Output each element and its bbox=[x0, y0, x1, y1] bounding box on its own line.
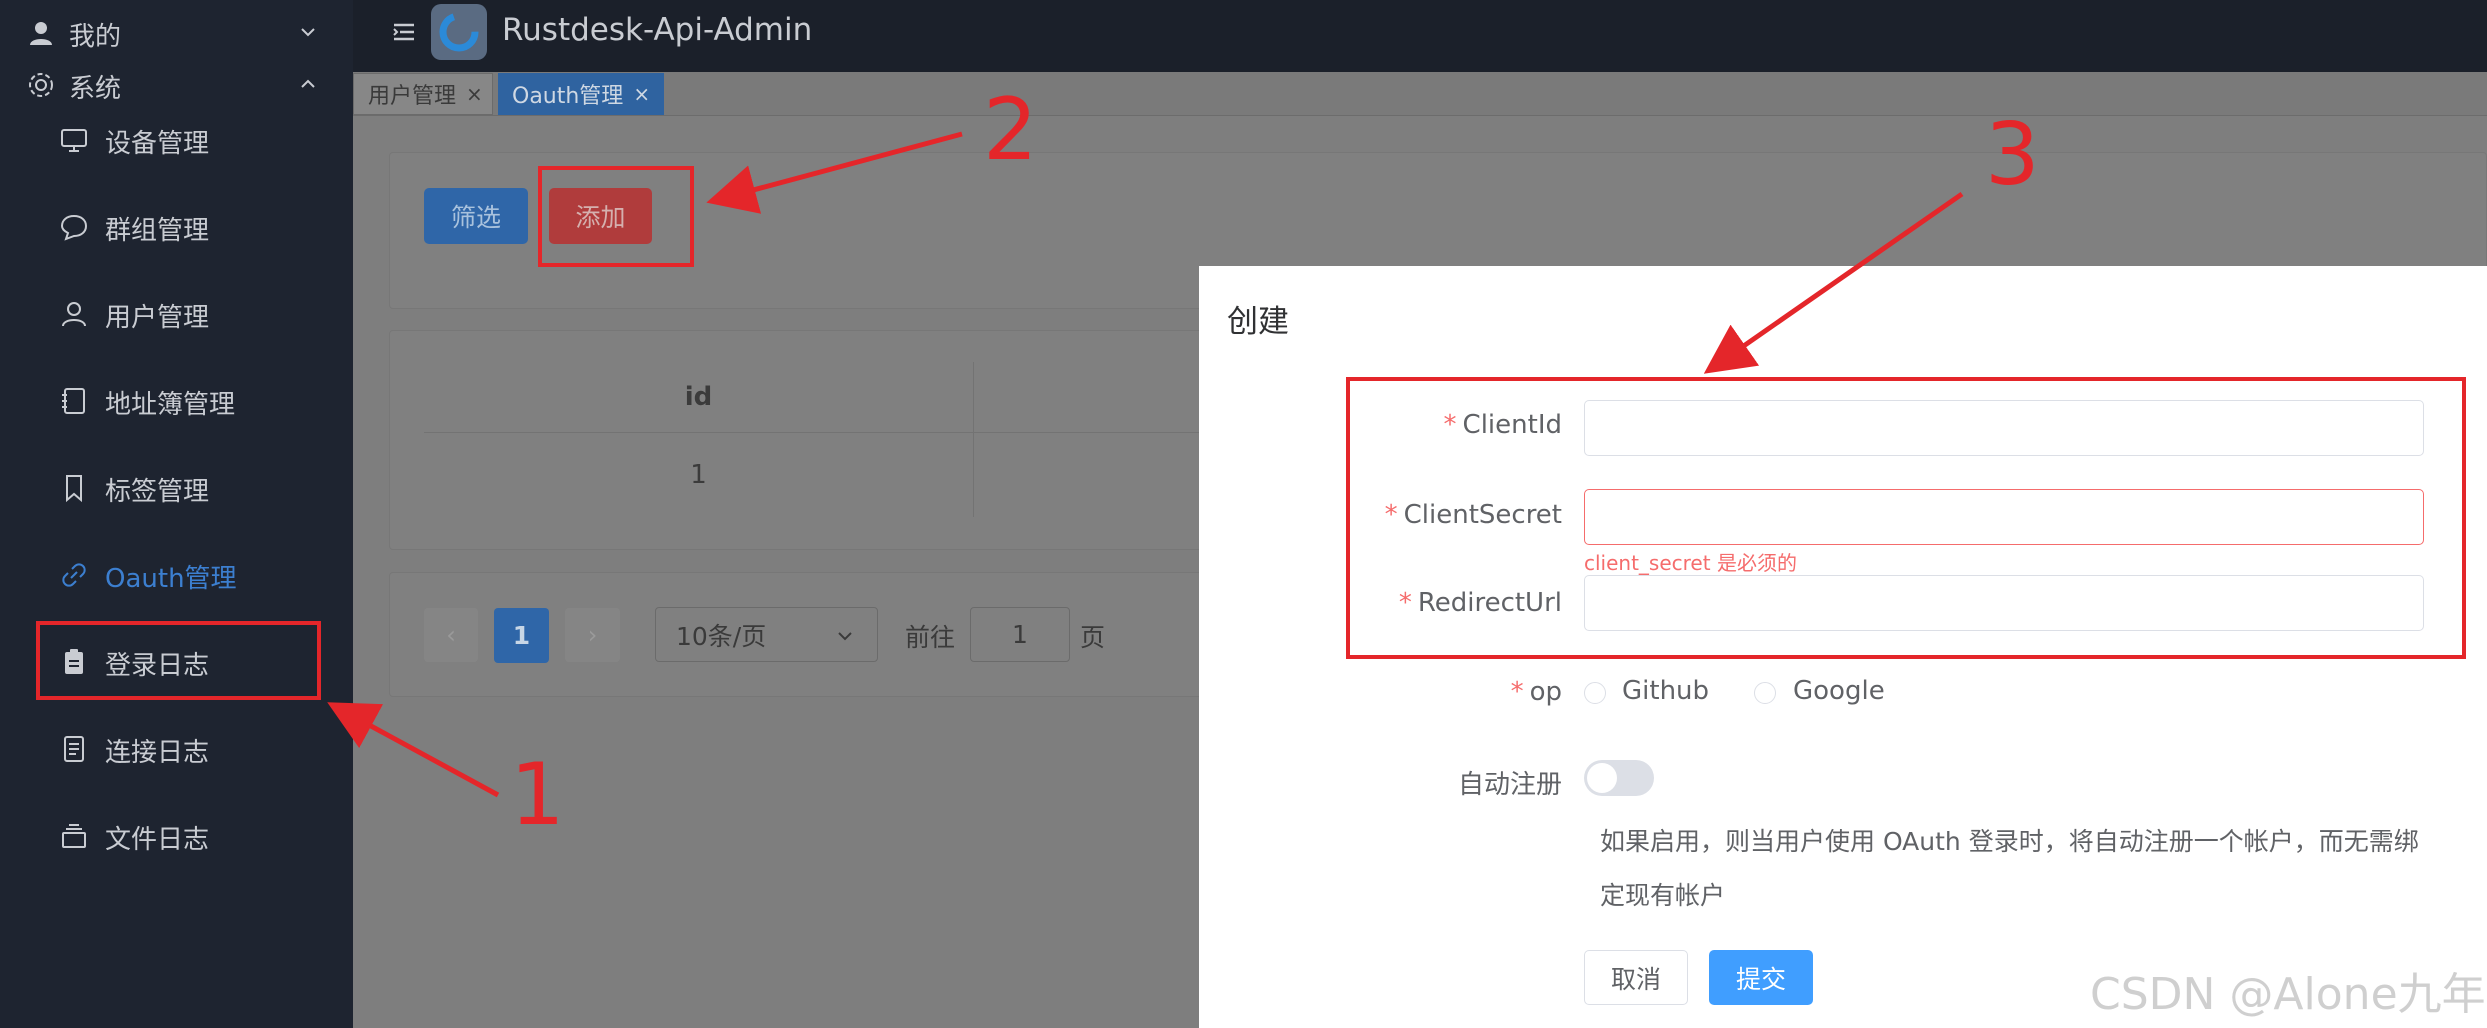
sidebar-item-label: 用户管理 bbox=[105, 303, 210, 333]
menu-toggle-icon[interactable] bbox=[390, 18, 418, 46]
sidebar-item-devices[interactable]: 设备管理 bbox=[0, 97, 353, 184]
goto-label: 前往 bbox=[905, 623, 956, 652]
monitor-icon bbox=[61, 129, 87, 152]
close-icon[interactable]: × bbox=[466, 82, 483, 106]
table-cell-id: 1 bbox=[424, 433, 974, 517]
tab-label: 用户管理 bbox=[368, 84, 457, 109]
gear-icon bbox=[29, 73, 53, 97]
op-radio-google[interactable] bbox=[1754, 682, 1776, 704]
annotation-box-add-button bbox=[538, 166, 694, 267]
annotation-number-2: 2 bbox=[983, 80, 1038, 180]
address-book-icon bbox=[62, 388, 85, 414]
required-mark: * bbox=[1510, 677, 1524, 707]
next-page-button[interactable]: › bbox=[565, 608, 620, 662]
op-label-text: op bbox=[1529, 677, 1562, 707]
tab-users[interactable]: 用户管理 × bbox=[353, 73, 493, 115]
rustdesk-logo-icon bbox=[439, 12, 479, 52]
op-option-github[interactable]: Github bbox=[1622, 676, 1709, 706]
menu-group-mine-label: 我的 bbox=[69, 22, 122, 52]
sidebar: 我的 系统 设备管理 群组管理 用户管理 地址簿管理 标签管理 Oauth管理 … bbox=[0, 0, 353, 1028]
tabs-bar: 用户管理 × Oauth管理 × bbox=[353, 72, 2487, 116]
link-icon bbox=[62, 563, 86, 587]
user-filled-icon bbox=[30, 22, 52, 45]
switch-knob bbox=[1587, 763, 1617, 793]
table-header-id: id bbox=[424, 362, 974, 433]
op-label: * op bbox=[1511, 677, 1562, 707]
sidebar-item-address-book[interactable]: 地址簿管理 bbox=[0, 358, 353, 445]
sidebar-item-users[interactable]: 用户管理 bbox=[0, 271, 353, 358]
user-icon bbox=[62, 302, 86, 327]
close-icon[interactable]: × bbox=[633, 82, 650, 106]
annotation-box-oauth-menu bbox=[36, 621, 321, 700]
submit-button[interactable]: 提交 bbox=[1709, 950, 1813, 1005]
auto-register-label: 自动注册 bbox=[1457, 770, 1562, 800]
sidebar-item-oauth[interactable]: Oauth管理 bbox=[0, 532, 353, 619]
page-size-value: 10条/页 bbox=[676, 621, 767, 651]
auto-register-switch[interactable] bbox=[1584, 760, 1654, 796]
chevron-down-icon bbox=[301, 28, 315, 37]
page-size-select[interactable]: 10条/页 bbox=[655, 607, 878, 662]
sidebar-item-label: 地址簿管理 bbox=[105, 390, 236, 420]
annotation-box-form-fields bbox=[1346, 377, 2466, 659]
sidebar-item-label: 连接日志 bbox=[105, 738, 210, 768]
dialog-title: 创建 bbox=[1227, 304, 1289, 340]
op-radio-github[interactable] bbox=[1584, 682, 1606, 704]
bookmark-icon bbox=[66, 475, 82, 503]
auto-register-help: 如果启用，则当用户使用 OAuth 登录时，将自动注册一个帐户，而无需绑定现有帐… bbox=[1600, 827, 2419, 910]
sidebar-item-groups[interactable]: 群组管理 bbox=[0, 184, 353, 271]
annotation-number-3: 3 bbox=[1985, 105, 2040, 205]
app-logo bbox=[431, 4, 487, 60]
watermark: CSDN @Alone九年 bbox=[2090, 969, 2486, 1020]
sidebar-item-label: 群组管理 bbox=[105, 216, 210, 246]
box-icon bbox=[62, 824, 86, 848]
tab-label: Oauth管理 bbox=[512, 84, 624, 109]
cancel-button[interactable]: 取消 bbox=[1584, 950, 1688, 1005]
prev-page-button[interactable]: ‹ bbox=[424, 608, 478, 662]
annotation-number-1: 1 bbox=[510, 745, 565, 845]
annotation-arrow-1 bbox=[327, 702, 500, 798]
chat-bubble-icon bbox=[60, 214, 88, 241]
sidebar-item-label: 标签管理 bbox=[105, 477, 210, 507]
op-option-google[interactable]: Google bbox=[1793, 676, 1885, 706]
tab-oauth[interactable]: Oauth管理 × bbox=[498, 73, 664, 115]
table-header-cell bbox=[974, 362, 1204, 433]
goto-page-input[interactable]: 1 bbox=[970, 607, 1070, 662]
app-title: Rustdesk-Api-Admin bbox=[502, 12, 813, 48]
chevron-down-icon bbox=[838, 632, 852, 641]
sidebar-item-label: 设备管理 bbox=[105, 129, 210, 159]
page-number-button[interactable]: 1 bbox=[494, 608, 549, 663]
top-bar: Rustdesk-Api-Admin bbox=[353, 0, 2487, 72]
page-suffix-label: 页 bbox=[1080, 623, 1106, 652]
chevron-up-icon bbox=[301, 79, 315, 88]
sidebar-item-connection-log[interactable]: 连接日志 bbox=[0, 706, 353, 793]
filter-button[interactable]: 筛选 bbox=[424, 188, 528, 244]
document-icon bbox=[64, 736, 84, 762]
sidebar-item-tags[interactable]: 标签管理 bbox=[0, 445, 353, 532]
sidebar-item-label: 文件日志 bbox=[105, 825, 210, 855]
sidebar-item-file-log[interactable]: 文件日志 bbox=[0, 793, 353, 880]
sidebar-item-label: Oauth管理 bbox=[105, 564, 237, 594]
